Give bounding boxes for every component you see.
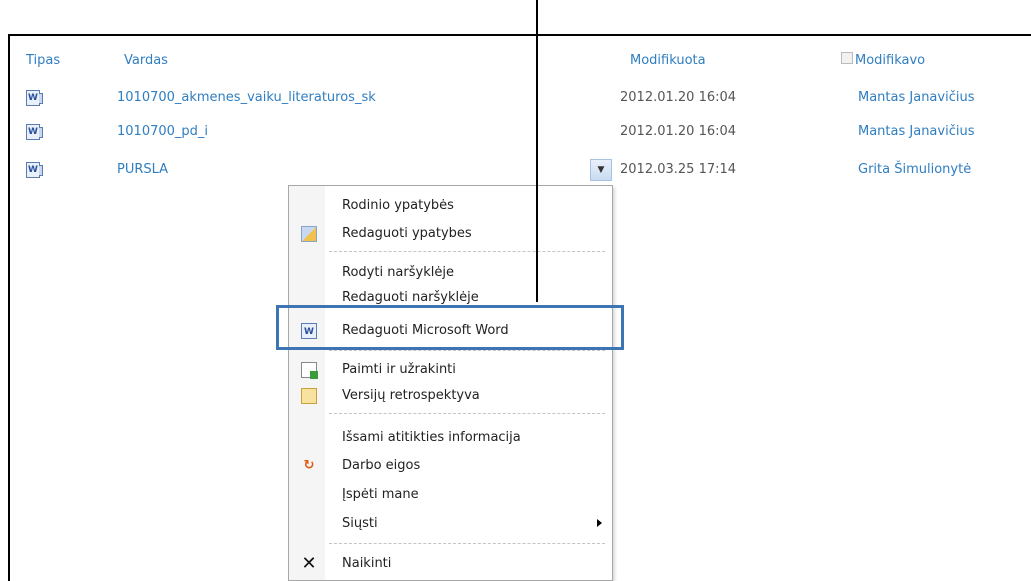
modified-date: 2012.01.20 16:04	[620, 124, 737, 139]
menu-item-compliance-details[interactable]: Išsami atitikties informacija	[289, 424, 612, 452]
menu-separator	[329, 413, 605, 414]
modified-by-link[interactable]: Mantas Janavičius	[858, 90, 974, 105]
document-name-link[interactable]: 1010700_pd_i	[117, 124, 208, 139]
frame-left-border	[8, 34, 10, 581]
menu-item-label: Įspėti mane	[342, 487, 419, 502]
word-document-icon[interactable]: W	[26, 124, 43, 140]
menu-separator	[329, 251, 605, 252]
workflow-icon: ↻	[303, 458, 315, 473]
table-row[interactable]: W PURSLA ▼ 2012.03.25 17:14 Grita Šimuli…	[0, 158, 1031, 182]
menu-item-label: Paimti ir užrakinti	[342, 362, 456, 377]
modified-date: 2012.01.20 16:04	[620, 90, 737, 105]
document-name-link[interactable]: PURSLA	[117, 162, 168, 177]
modified-date: 2012.03.25 17:14	[620, 162, 737, 177]
column-header-name[interactable]: Vardas	[124, 53, 168, 68]
menu-item-check-out[interactable]: Paimti ir užrakinti	[289, 356, 612, 384]
menu-item-label: Naikinti	[342, 556, 392, 571]
menu-item-label: Versijų retrospektyva	[342, 388, 480, 403]
menu-item-workflows[interactable]: ↻ Darbo eigos	[289, 452, 612, 480]
word-document-icon[interactable]: W	[26, 162, 43, 178]
menu-separator	[329, 350, 605, 351]
menu-item-send-to[interactable]: Siųsti	[289, 510, 612, 538]
column-header-modified-by[interactable]: Modifikavo	[855, 53, 925, 68]
select-column-checkbox[interactable]	[841, 52, 853, 64]
highlight-box	[276, 305, 624, 350]
column-header-modified[interactable]: Modifikuota	[630, 53, 706, 68]
menu-item-edit-properties[interactable]: Redaguoti ypatybes	[289, 220, 612, 248]
delete-icon: ✕	[301, 553, 317, 574]
table-row[interactable]: W 1010700_pd_i 2012.01.20 16:04 Mantas J…	[0, 120, 1031, 144]
version-history-icon	[301, 388, 317, 404]
document-name-link[interactable]: 1010700_akmenes_vaiku_literaturos_sk	[117, 90, 376, 105]
submenu-arrow-icon	[597, 519, 602, 527]
menu-item-label: Redaguoti naršyklėje	[342, 290, 479, 305]
menu-item-label: Siųsti	[342, 516, 378, 531]
menu-separator	[329, 543, 605, 544]
menu-item-alert-me[interactable]: Įspėti mane	[289, 481, 612, 509]
column-header-type[interactable]: Tipas	[26, 53, 60, 68]
callout-line	[536, 0, 538, 302]
item-context-menu: Rodinio ypatybės Redaguoti ypatybes Rody…	[288, 185, 613, 581]
frame-top-border	[10, 34, 1031, 36]
item-menu-dropdown-button[interactable]: ▼	[590, 159, 612, 181]
menu-item-label: Darbo eigos	[342, 458, 421, 473]
menu-item-view-in-browser[interactable]: Rodyti naršyklėje	[289, 259, 612, 287]
menu-item-label: Redaguoti ypatybes	[342, 226, 472, 241]
check-out-icon	[301, 362, 318, 379]
modified-by-link[interactable]: Mantas Janavičius	[858, 124, 974, 139]
menu-item-view-properties[interactable]: Rodinio ypatybės	[289, 192, 612, 220]
edit-properties-icon	[301, 226, 317, 242]
word-document-icon[interactable]: W	[26, 90, 43, 106]
menu-item-label: Rodyti naršyklėje	[342, 265, 454, 280]
menu-item-label: Išsami atitikties informacija	[342, 430, 521, 445]
table-row[interactable]: W 1010700_akmenes_vaiku_literaturos_sk 2…	[0, 86, 1031, 110]
modified-by-link[interactable]: Grita Šimulionytė	[858, 162, 971, 177]
menu-item-version-history[interactable]: Versijų retrospektyva	[289, 382, 612, 410]
menu-item-label: Rodinio ypatybės	[342, 198, 454, 213]
menu-item-delete[interactable]: ✕ Naikinti	[289, 550, 612, 578]
